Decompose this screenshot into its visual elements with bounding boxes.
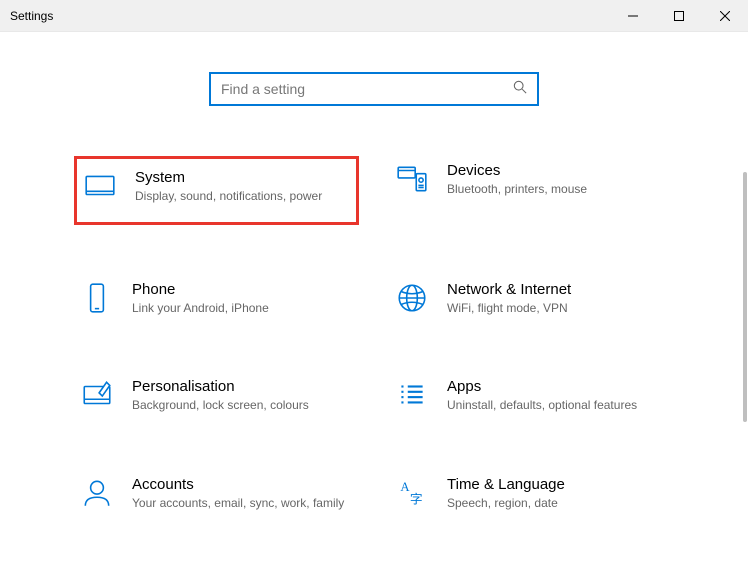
category-desc: Link your Android, iPhone xyxy=(132,300,353,316)
category-desc: Bluetooth, printers, mouse xyxy=(447,181,668,197)
minimize-button[interactable] xyxy=(610,0,656,32)
devices-icon xyxy=(395,162,429,196)
category-text: Apps Uninstall, defaults, optional featu… xyxy=(447,378,668,413)
category-desc: Background, lock screen, colours xyxy=(132,397,353,413)
svg-text:字: 字 xyxy=(410,492,423,506)
maximize-button[interactable] xyxy=(656,0,702,32)
category-text: Phone Link your Android, iPhone xyxy=(132,281,353,316)
scrollbar-thumb[interactable] xyxy=(743,172,747,422)
category-text: Time & Language Speech, region, date xyxy=(447,476,668,511)
category-time-language[interactable]: A 字 Time & Language Speech, region, date xyxy=(389,470,674,517)
category-desc: Your accounts, email, sync, work, family xyxy=(132,495,353,511)
category-phone[interactable]: Phone Link your Android, iPhone xyxy=(74,275,359,322)
category-apps[interactable]: Apps Uninstall, defaults, optional featu… xyxy=(389,372,674,419)
personalisation-icon xyxy=(80,378,114,412)
category-desc: Speech, region, date xyxy=(447,495,668,511)
category-title: Time & Language xyxy=(447,476,668,493)
window-controls xyxy=(610,0,748,31)
category-accounts[interactable]: Accounts Your accounts, email, sync, wor… xyxy=(74,470,359,517)
apps-icon xyxy=(395,378,429,412)
time-language-icon: A 字 xyxy=(395,476,429,510)
category-title: Accounts xyxy=(132,476,353,493)
category-title: Devices xyxy=(447,162,668,179)
category-desc: Display, sound, notifications, power xyxy=(135,188,350,204)
category-desc: WiFi, flight mode, VPN xyxy=(447,300,668,316)
search-input[interactable] xyxy=(221,81,513,97)
category-title: Network & Internet xyxy=(447,281,668,298)
category-title: System xyxy=(135,169,350,186)
category-grid: System Display, sound, notifications, po… xyxy=(74,156,674,517)
category-text: Network & Internet WiFi, flight mode, VP… xyxy=(447,281,668,316)
search-container xyxy=(40,72,708,106)
category-title: Apps xyxy=(447,378,668,395)
accounts-icon xyxy=(80,476,114,510)
category-network[interactable]: Network & Internet WiFi, flight mode, VP… xyxy=(389,275,674,322)
svg-text:A: A xyxy=(400,479,410,493)
titlebar: Settings xyxy=(0,0,748,32)
phone-icon xyxy=(80,281,114,315)
category-title: Phone xyxy=(132,281,353,298)
globe-icon xyxy=(395,281,429,315)
close-button[interactable] xyxy=(702,0,748,32)
settings-home: System Display, sound, notifications, po… xyxy=(0,32,748,571)
category-desc: Uninstall, defaults, optional features xyxy=(447,397,668,413)
category-title: Personalisation xyxy=(132,378,353,395)
category-text: Devices Bluetooth, printers, mouse xyxy=(447,162,668,197)
window-title: Settings xyxy=(10,9,53,23)
scrollbar[interactable] xyxy=(734,32,748,571)
category-text: Personalisation Background, lock screen,… xyxy=(132,378,353,413)
category-devices[interactable]: Devices Bluetooth, printers, mouse xyxy=(389,156,674,225)
system-icon xyxy=(83,169,117,203)
category-system[interactable]: System Display, sound, notifications, po… xyxy=(74,156,359,225)
category-text: System Display, sound, notifications, po… xyxy=(135,169,350,204)
search-icon xyxy=(513,80,527,99)
category-personalisation[interactable]: Personalisation Background, lock screen,… xyxy=(74,372,359,419)
category-text: Accounts Your accounts, email, sync, wor… xyxy=(132,476,353,511)
search-box[interactable] xyxy=(209,72,539,106)
